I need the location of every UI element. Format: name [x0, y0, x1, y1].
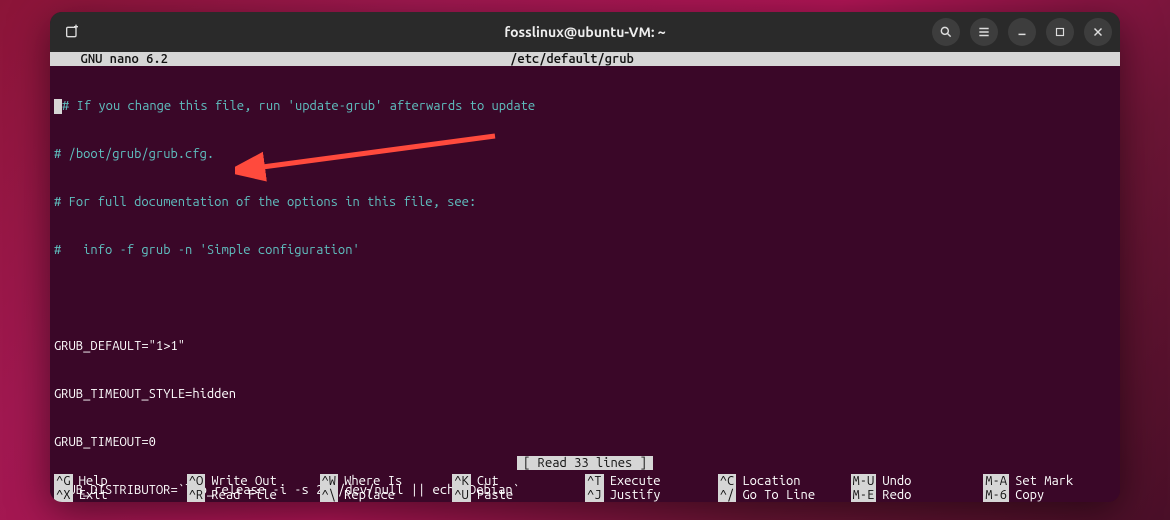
- nano-header: GNU nano 6.2 /etc/default/grub: [50, 52, 1120, 66]
- file-line: # If you change this file, run 'update-g…: [62, 99, 535, 113]
- titlebar: fosslinux@ubuntu-VM: ~: [50, 12, 1120, 52]
- terminal-window: fosslinux@ubuntu-VM: ~ GNU nano 6.2 /etc…: [50, 12, 1120, 502]
- shortcut-writeout: ^OWrite Out: [187, 474, 320, 488]
- shortcut-justify: ^JJustify: [585, 488, 718, 502]
- file-line: GRUB_TIMEOUT=0: [54, 434, 1116, 450]
- shortcut-paste: ^UPaste: [452, 488, 585, 502]
- shortcut-setmark: M-ASet Mark: [983, 474, 1116, 488]
- shortcut-location: ^CLocation: [718, 474, 851, 488]
- file-line: [54, 290, 1116, 306]
- shortcut-row-1: ^GHelp ^OWrite Out ^WWhere Is ^KCut ^TEx…: [50, 474, 1120, 488]
- minimize-button[interactable]: [1008, 18, 1036, 46]
- shortcut-row-2: ^XExit ^RRead File ^\Replace ^UPaste ^JJ…: [50, 488, 1120, 502]
- shortcut-redo: M-ERedo: [851, 488, 984, 502]
- shortcut-readfile: ^RRead File: [187, 488, 320, 502]
- editor-content[interactable]: # If you change this file, run 'update-g…: [50, 66, 1120, 502]
- file-line: GRUB_DEFAULT="1>1": [54, 338, 1116, 354]
- close-button[interactable]: [1084, 18, 1112, 46]
- file-line: # /boot/grub/grub.cfg.: [54, 146, 1116, 162]
- shortcut-help: ^GHelp: [54, 474, 187, 488]
- shortcut-cut: ^KCut: [452, 474, 585, 488]
- shortcut-replace: ^\Replace: [320, 488, 453, 502]
- search-button[interactable]: [932, 18, 960, 46]
- maximize-button[interactable]: [1046, 18, 1074, 46]
- shortcut-exit: ^XExit: [54, 488, 187, 502]
- shortcut-execute: ^TExecute: [585, 474, 718, 488]
- shortcut-gotoline: ^/Go To Line: [718, 488, 851, 502]
- terminal-body[interactable]: GNU nano 6.2 /etc/default/grub # If you …: [50, 52, 1120, 502]
- hamburger-menu-button[interactable]: [970, 18, 998, 46]
- new-tab-button[interactable]: [58, 18, 86, 46]
- shortcut-undo: M-UUndo: [851, 474, 984, 488]
- cursor: [54, 99, 62, 114]
- nano-app-label: GNU nano 6.2: [54, 52, 168, 66]
- nano-status: [ Read 33 lines ]: [50, 456, 1120, 470]
- file-line: GRUB_TIMEOUT_STYLE=hidden: [54, 386, 1116, 402]
- shortcut-whereis: ^WWhere Is: [320, 474, 453, 488]
- nano-file-path: /etc/default/grub: [510, 52, 634, 66]
- file-line: # For full documentation of the options …: [54, 194, 1116, 210]
- shortcut-copy: M-6Copy: [983, 488, 1116, 502]
- file-line: # info -f grub -n 'Simple configuration': [54, 242, 1116, 258]
